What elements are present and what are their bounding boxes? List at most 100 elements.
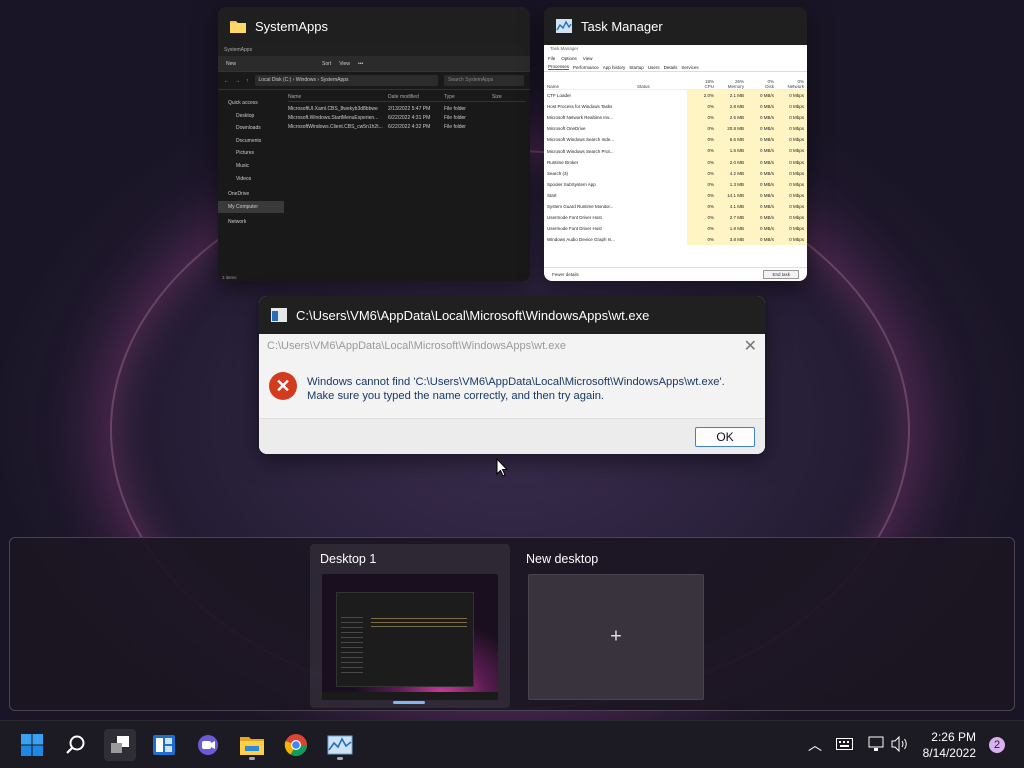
- keyboard-icon[interactable]: [836, 738, 853, 750]
- process-row[interactable]: Usermode Font Driver Host 0% 2.7 MB 0 MB/s 0…: [544, 212, 807, 224]
- system-clock[interactable]: 2:26 PM 8/14/2022: [923, 729, 976, 761]
- fewer-details-link[interactable]: Fewer details: [552, 272, 579, 277]
- process-row[interactable]: CTF Loader 2.0% 2.1 MB 0 MB/s 0 Mbps: [544, 90, 807, 102]
- process-disk: 0 MB/s: [747, 200, 777, 213]
- task-manager-icon[interactable]: [324, 729, 356, 761]
- notification-badge[interactable]: 2: [989, 737, 1005, 753]
- col-type[interactable]: Type: [444, 94, 492, 100]
- error-dialog-body: C:\Users\VM6\AppData\Local\Microsoft\Win…: [259, 334, 765, 454]
- address-bar[interactable]: Local Disk (C:) › Windows › SystemApps: [254, 75, 438, 86]
- process-row[interactable]: System Guard Runtime Monitor... 0% 4.1 MB 0…: [544, 200, 807, 213]
- tab-startup[interactable]: Startup: [629, 65, 644, 70]
- close-icon[interactable]: ✕: [744, 336, 757, 356]
- teams-chat-icon[interactable]: [192, 729, 224, 761]
- view-button[interactable]: View: [339, 61, 350, 67]
- process-row[interactable]: Search (3) 0% 4.2 MB 0 MB/s 0 Mbps: [544, 167, 807, 179]
- process-memory: 6.6 MB: [717, 134, 747, 146]
- process-disk: 0 MB/s: [747, 101, 777, 113]
- process-row[interactable]: Microsoft Windows Search Prot... 0% 1.5 MB…: [544, 145, 807, 157]
- desktop-1-card[interactable]: Desktop 1: [310, 544, 510, 708]
- nav-item-downloads[interactable]: Downloads: [218, 122, 284, 135]
- new-desktop-card[interactable]: New desktop +: [516, 544, 716, 708]
- process-row[interactable]: Runtime Broker 0% 2.0 MB 0 MB/s 0 Mbps: [544, 156, 807, 168]
- widgets-icon[interactable]: [148, 729, 180, 761]
- file-row[interactable]: MicrosoftWindows.Client.CBS_cw5n1h2t... …: [288, 122, 526, 131]
- show-hidden-icons-chevron-icon[interactable]: ︿: [808, 735, 822, 755]
- forward-arrow-icon[interactable]: →: [235, 78, 240, 84]
- process-row[interactable]: Windows Audio Device Graph Is... 0% 3.8 MB…: [544, 234, 807, 246]
- tab-processes[interactable]: Processes: [548, 64, 570, 70]
- col-size[interactable]: Size: [492, 94, 522, 100]
- col-memory[interactable]: 26% Memory: [717, 79, 747, 89]
- file-explorer-icon[interactable]: [236, 729, 268, 761]
- process-memory: 20.8 MB: [717, 123, 747, 135]
- explorer-window-card[interactable]: SystemApps SystemApps New Sort View ••• …: [218, 7, 530, 281]
- process-memory: 2.7 MB: [717, 212, 747, 224]
- error-dialog-window-card[interactable]: C:\Users\VM6\AppData\Local\Microsoft\Win…: [259, 296, 765, 454]
- col-name[interactable]: Name: [288, 94, 388, 100]
- process-cpu: 0%: [687, 178, 717, 190]
- ok-button[interactable]: OK: [695, 427, 755, 447]
- process-row[interactable]: Microsoft Windows Search Inde... 0% 6.6 MB…: [544, 134, 807, 146]
- col-disk[interactable]: 0% Disk: [747, 79, 777, 89]
- file-row[interactable]: MicrosoftUI.Xaml.CBS_8wekyb3d8bbwe 2/13/…: [288, 104, 526, 113]
- windows-start-icon[interactable]: [16, 729, 48, 761]
- tab-services[interactable]: Services: [681, 65, 698, 70]
- back-arrow-icon[interactable]: ←: [224, 78, 229, 84]
- process-disk: 0 MB/s: [747, 212, 777, 224]
- process-network: 0 Mbps: [777, 101, 807, 113]
- nav-item-my-computer[interactable]: My Computer: [218, 200, 284, 214]
- file-row[interactable]: Microsoft.Windows.StartMenuExperien... 6…: [288, 113, 526, 122]
- desktop-1-thumbnail[interactable]: [322, 574, 498, 700]
- menu-options[interactable]: Options: [561, 56, 577, 61]
- tab-app-history[interactable]: App history: [603, 65, 626, 70]
- up-arrow-icon[interactable]: ↑: [246, 78, 249, 84]
- search-icon[interactable]: [60, 729, 92, 761]
- menu-file[interactable]: File: [548, 56, 555, 61]
- task-view-icon[interactable]: [104, 729, 136, 761]
- nav-item-pictures[interactable]: Pictures: [218, 147, 284, 160]
- nav-item-desktop[interactable]: Desktop: [218, 110, 284, 123]
- process-row[interactable]: Microsoft OneDrive 0% 20.8 MB 0 MB/s 0 Mbps: [544, 123, 807, 135]
- process-name: Spooler SubSystem App: [547, 181, 596, 187]
- nav-item-music[interactable]: Music: [218, 160, 284, 173]
- nav-item-videos[interactable]: Videos: [218, 173, 284, 186]
- nav-item-network[interactable]: Network: [218, 216, 284, 229]
- process-row[interactable]: Usermode Font Driver Host 0% 1.8 MB 0 MB/s 0…: [544, 223, 807, 235]
- menu-view[interactable]: View: [583, 56, 593, 61]
- process-row[interactable]: Start 0% 14.1 MB 0 MB/s 0 Mbps: [544, 189, 807, 201]
- network-icon[interactable]: [868, 736, 884, 752]
- process-cpu: 0%: [687, 134, 717, 146]
- volume-icon[interactable]: [891, 736, 909, 752]
- process-network: 0 Mbps: [777, 212, 807, 224]
- more-button[interactable]: •••: [358, 61, 363, 67]
- taskbar: ︿ 2:26 PM 8/14/2022 2: [0, 720, 1024, 768]
- process-cpu: 2.0%: [687, 90, 717, 102]
- task-manager-window-card[interactable]: Task Manager Task Manager File Options V…: [544, 7, 807, 281]
- tab-performance[interactable]: Performance: [573, 65, 599, 70]
- nav-item-onedrive[interactable]: OneDrive: [218, 188, 284, 201]
- process-row[interactable]: Microsoft Network Realtime Ins... 0% 2.5 M…: [544, 112, 807, 124]
- process-cpu: 0%: [687, 123, 717, 135]
- process-row[interactable]: Spooler SubSystem App 0% 1.3 MB 0 MB/s 0 Mbp…: [544, 178, 807, 190]
- col-network[interactable]: 0% Network: [777, 79, 807, 89]
- process-row[interactable]: Host Process for Windows Tasks 0% 2.8 MB 0 …: [544, 101, 807, 113]
- tm-column-header: Name Status 18% CPU 26% Memory 0% Disk 0% Ne…: [544, 72, 807, 90]
- search-input[interactable]: Search SystemApps: [444, 75, 524, 86]
- nav-item-documents[interactable]: Documents: [218, 135, 284, 148]
- sort-button[interactable]: Sort: [322, 61, 331, 67]
- nav-item-quick-access[interactable]: Quick access: [218, 97, 284, 110]
- tab-details[interactable]: Details: [664, 65, 678, 70]
- tab-users[interactable]: Users: [648, 65, 660, 70]
- col-date[interactable]: Date modified: [388, 94, 444, 100]
- explorer-card-header[interactable]: SystemApps: [218, 7, 530, 45]
- end-task-button[interactable]: End task: [763, 270, 799, 279]
- new-button[interactable]: New: [226, 61, 236, 67]
- task-manager-card-header[interactable]: Task Manager: [544, 7, 807, 45]
- col-cpu[interactable]: 18% CPU: [687, 79, 717, 89]
- col-name[interactable]: Name: [547, 84, 637, 89]
- error-dialog-card-header[interactable]: C:\Users\VM6\AppData\Local\Microsoft\Win…: [259, 296, 765, 334]
- col-status[interactable]: Status: [637, 84, 687, 89]
- new-desktop-thumbnail[interactable]: +: [528, 574, 704, 700]
- chrome-icon[interactable]: [280, 729, 312, 761]
